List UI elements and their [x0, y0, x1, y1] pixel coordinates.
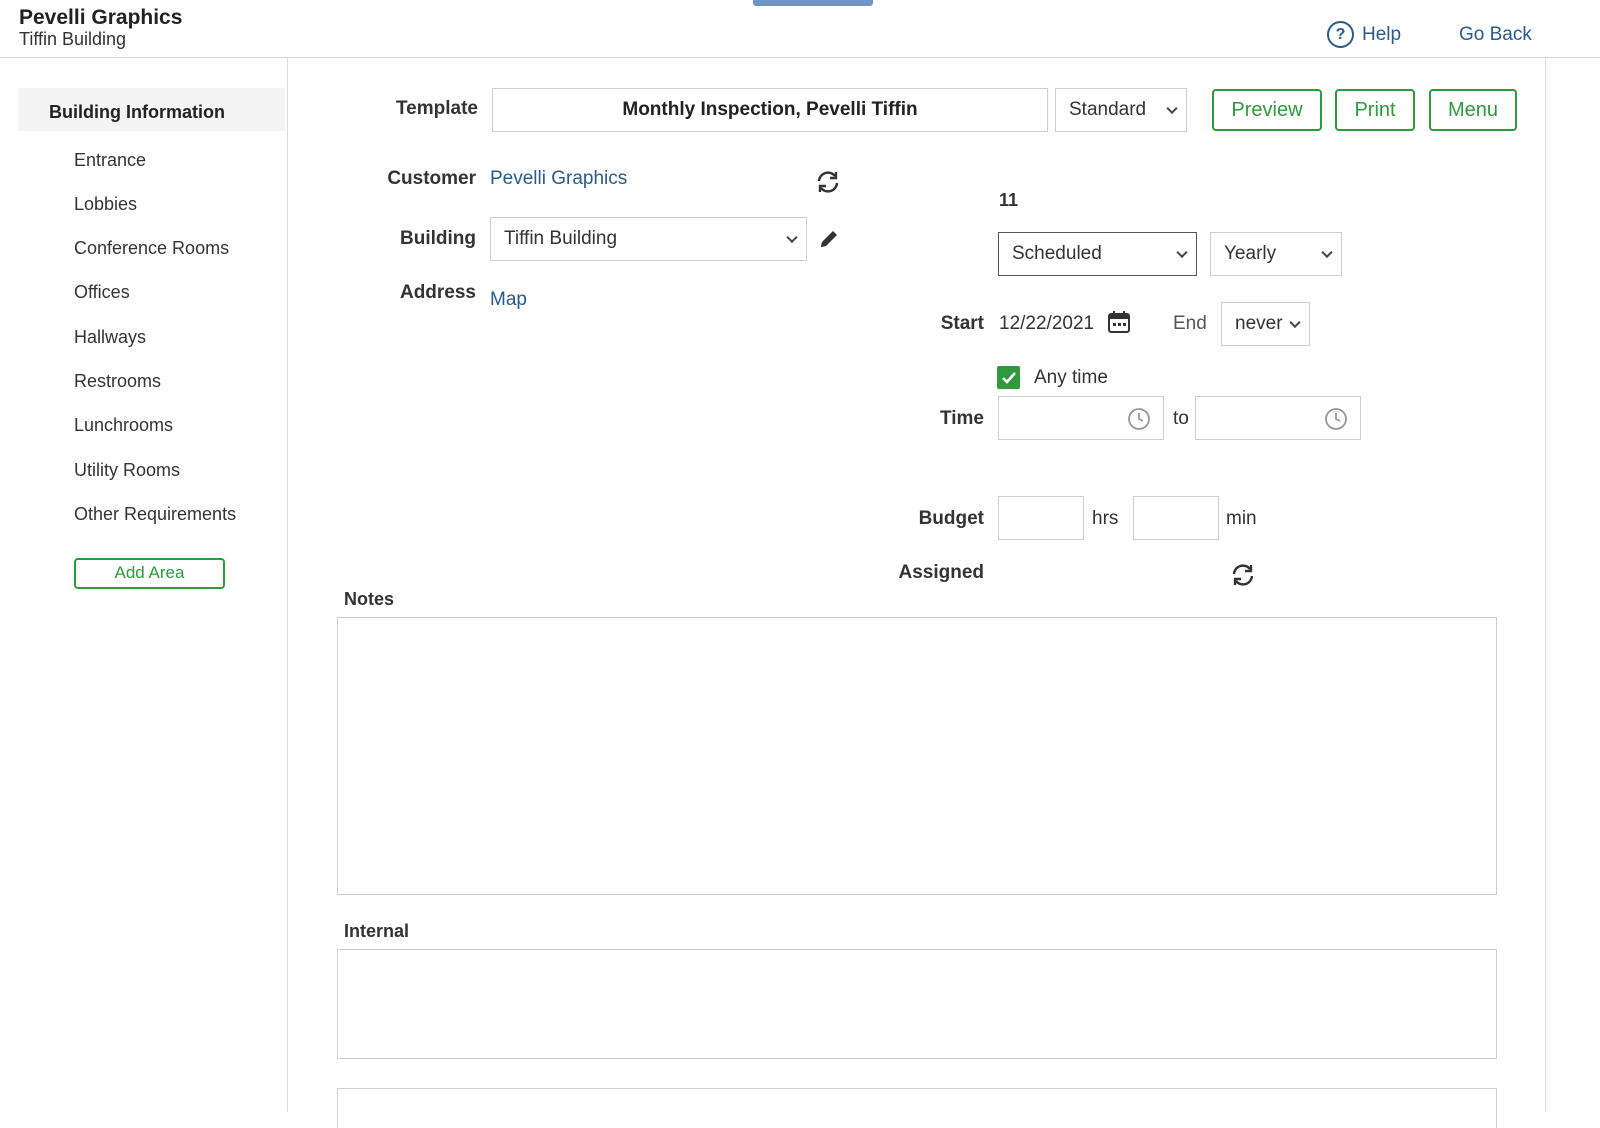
sidebar-item-other-requirements[interactable]: Other Requirements [74, 504, 236, 525]
chevron-down-icon [1289, 316, 1301, 329]
budget-minutes-input[interactable] [1133, 496, 1219, 540]
status-value: Scheduled [1012, 243, 1102, 264]
end-value: never [1235, 313, 1283, 334]
building-label: Building [400, 228, 476, 249]
internal-textarea[interactable] [337, 949, 1497, 1059]
frequency-select[interactable]: Yearly [1210, 232, 1342, 276]
page-subtitle: Tiffin Building [19, 29, 127, 49]
building-select[interactable]: Tiffin Building [490, 217, 807, 261]
content-right-divider [1545, 58, 1546, 1112]
time-to-label: to [1173, 408, 1189, 429]
time-label: Time [939, 408, 984, 429]
clock-icon [1324, 407, 1348, 431]
min-label: min [1226, 508, 1257, 529]
sidebar-item-lunchrooms[interactable]: Lunchrooms [74, 415, 173, 436]
any-time-checkbox[interactable] [997, 366, 1020, 389]
help-link[interactable]: ? Help [1327, 21, 1401, 48]
building-value: Tiffin Building [504, 228, 618, 249]
map-link[interactable]: Map [490, 289, 527, 311]
chevron-down-icon [786, 231, 798, 244]
edit-building-icon[interactable] [818, 228, 840, 250]
sidebar-item-utility-rooms[interactable]: Utility Rooms [74, 460, 180, 481]
calendar-icon[interactable] [1107, 310, 1131, 334]
sidebar-item-lobbies[interactable]: Lobbies [74, 194, 137, 215]
top-accent-bar [753, 0, 873, 6]
sidebar-item-restrooms[interactable]: Restrooms [74, 371, 161, 392]
frequency-value: Yearly [1224, 243, 1277, 264]
address-label: Address [399, 282, 476, 303]
assigned-label: Assigned [898, 562, 984, 583]
menu-button[interactable]: Menu [1429, 89, 1517, 131]
help-icon: ? [1327, 21, 1354, 48]
go-back-link[interactable]: Go Back [1459, 24, 1532, 46]
template-label: Template [395, 98, 478, 119]
start-label: Start [940, 313, 984, 334]
checkmark-icon [1001, 371, 1016, 384]
sidebar-item-entrance[interactable]: Entrance [74, 150, 146, 171]
template-type-select[interactable]: Standard [1055, 88, 1187, 132]
end-label: End [1173, 313, 1207, 334]
sidebar-item-offices[interactable]: Offices [74, 282, 130, 303]
sidebar-item-hallways[interactable]: Hallways [74, 327, 146, 348]
refresh-icon[interactable] [815, 170, 841, 194]
start-date-input[interactable]: 12/22/2021 [999, 313, 1094, 335]
additional-textarea[interactable] [337, 1088, 1497, 1128]
budget-label: Budget [918, 508, 984, 529]
help-label: Help [1362, 23, 1402, 45]
sidebar-header[interactable]: Building Information [18, 88, 285, 131]
add-area-button[interactable]: Add Area [74, 558, 225, 589]
print-button[interactable]: Print [1335, 89, 1415, 131]
clock-icon [1127, 407, 1151, 431]
sidebar-item-conference-rooms[interactable]: Conference Rooms [74, 238, 229, 259]
chevron-down-icon [1321, 246, 1333, 259]
preview-button[interactable]: Preview [1212, 89, 1322, 131]
customer-label: Customer [387, 168, 476, 189]
notes-label: Notes [344, 589, 395, 609]
status-select[interactable]: Scheduled [998, 232, 1197, 276]
any-time-label: Any time [1034, 367, 1108, 388]
sidebar-divider [287, 58, 288, 1112]
end-select[interactable]: never [1221, 302, 1310, 346]
job-number: 11 [999, 190, 1019, 210]
customer-link[interactable]: Pevelli Graphics [490, 168, 627, 190]
notes-textarea[interactable] [337, 617, 1497, 895]
time-to-input[interactable] [1195, 396, 1361, 440]
internal-label: Internal [344, 921, 410, 941]
chevron-down-icon [1166, 102, 1178, 115]
template-type-value: Standard [1069, 99, 1147, 120]
chevron-down-icon [1176, 246, 1188, 259]
template-input[interactable]: Monthly Inspection, Pevelli Tiffin [492, 88, 1048, 132]
time-from-input[interactable] [998, 396, 1164, 440]
hrs-label: hrs [1092, 508, 1119, 529]
page-title: Pevelli Graphics [19, 6, 183, 29]
refresh-icon[interactable] [1230, 563, 1256, 587]
budget-hours-input[interactable] [998, 496, 1084, 540]
